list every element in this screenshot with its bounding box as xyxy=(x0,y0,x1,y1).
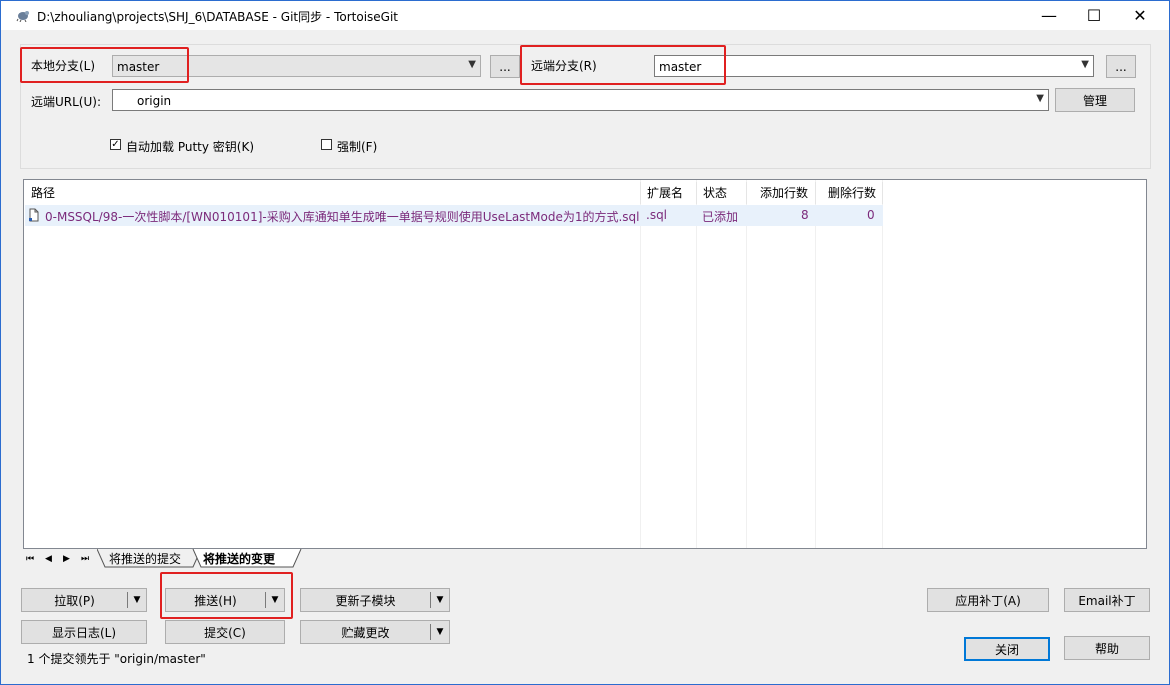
show-log-button[interactable]: 显示日志(L) xyxy=(21,620,147,644)
tab-nav-first-icon[interactable]: ⏮ xyxy=(26,550,34,568)
force-label: 强制(F) xyxy=(337,140,378,154)
file-extension-cell: .sql xyxy=(646,208,668,222)
column-divider xyxy=(815,180,816,548)
file-path-cell: 0-MSSQL/98-一次性脚本/[WN010101]-采购入库通知单生成唯一单… xyxy=(45,210,640,224)
close-window-button[interactable]: ✕ xyxy=(1117,1,1163,30)
commit-button[interactable]: 提交(C) xyxy=(165,620,285,644)
maximize-icon: ☐ xyxy=(1086,6,1102,25)
column-divider xyxy=(746,180,747,548)
chevron-down-icon: ▼ xyxy=(1081,59,1089,70)
column-header-extension[interactable]: 扩展名 xyxy=(641,182,697,204)
tab-commits-to-push[interactable]: 将推送的提交 xyxy=(109,550,181,568)
close-button[interactable]: 关闭 xyxy=(964,637,1050,661)
column-divider xyxy=(696,180,697,548)
deleted-lines-cell: 0 xyxy=(867,208,875,222)
autoload-putty-checkbox[interactable]: ✓ xyxy=(110,139,121,150)
apply-patch-button[interactable]: 应用补丁(A) xyxy=(927,588,1049,612)
remote-url-value: origin xyxy=(137,94,172,108)
pull-button[interactable]: 拉取(P) ▼ xyxy=(21,588,147,612)
autoload-putty-label: 自动加载 Putty 密钥(K) xyxy=(126,140,255,154)
remote-url-combo[interactable]: origin ▼ xyxy=(112,89,1049,111)
update-submodules-button[interactable]: 更新子模块 ▼ xyxy=(300,588,450,612)
minimize-icon: — xyxy=(1041,6,1057,25)
tab-strip: ⏮ ◀ ▶ ⏭ 将推送的提交 将推送的变更 xyxy=(23,549,1147,571)
column-divider xyxy=(882,180,883,548)
tab-nav-last-icon[interactable]: ⏭ xyxy=(81,550,89,568)
email-patch-button[interactable]: Email补丁 xyxy=(1064,588,1150,612)
dropdown-arrow-icon[interactable]: ▼ xyxy=(431,627,449,637)
stash-button-label: 贮藏更改 xyxy=(341,625,390,640)
local-branch-browse-button[interactable]: ... xyxy=(490,55,520,78)
stash-button[interactable]: 贮藏更改 ▼ xyxy=(300,620,450,644)
manage-remotes-button[interactable]: 管理 xyxy=(1055,88,1135,112)
tortoisegit-app-icon xyxy=(16,11,29,22)
chevron-down-icon: ▼ xyxy=(1036,93,1044,104)
chevron-down-icon: ▼ xyxy=(468,59,476,70)
file-icon xyxy=(29,208,39,222)
window-title: D:\zhouliang\projects\SHJ_6\DATABASE - G… xyxy=(37,10,398,24)
help-button[interactable]: 帮助 xyxy=(1064,636,1150,660)
minimize-button[interactable]: — xyxy=(1026,1,1072,30)
added-lines-cell: 8 xyxy=(801,208,809,222)
changed-files-list[interactable]: 路径 扩展名 状态 添加行数 删除行数 0-MSSQL/98-一次性脚本/[WN… xyxy=(23,179,1147,549)
maximize-button[interactable]: ☐ xyxy=(1071,1,1117,30)
column-header-status[interactable]: 状态 xyxy=(697,182,747,204)
column-header-added-lines[interactable]: 添加行数 xyxy=(747,182,816,204)
tab-nav-prev-icon[interactable]: ◀ xyxy=(45,550,52,568)
dropdown-arrow-icon[interactable]: ▼ xyxy=(128,595,146,605)
pull-button-label: 拉取(P) xyxy=(54,593,95,608)
file-status-cell: 已添加 xyxy=(702,210,739,224)
tab-changes-to-push[interactable]: 将推送的变更 xyxy=(203,550,275,568)
tab-nav-next-icon[interactable]: ▶ xyxy=(63,550,70,568)
close-icon: ✕ xyxy=(1133,6,1147,25)
update-submodules-label: 更新子模块 xyxy=(335,593,396,608)
column-divider xyxy=(640,180,641,548)
column-header-path[interactable]: 路径 xyxy=(25,182,641,204)
force-checkbox[interactable] xyxy=(321,139,332,150)
highlight-push-button xyxy=(160,572,293,619)
status-message: 1 个提交领先于 "origin/master" xyxy=(27,652,206,666)
column-header-deleted-lines[interactable]: 删除行数 xyxy=(816,182,883,204)
remote-branch-browse-button[interactable]: ... xyxy=(1106,55,1136,78)
remote-url-label: 远端URL(U): xyxy=(31,95,101,109)
highlight-local-branch xyxy=(20,47,189,83)
dropdown-arrow-icon[interactable]: ▼ xyxy=(431,595,449,605)
highlight-remote-branch xyxy=(520,45,726,85)
